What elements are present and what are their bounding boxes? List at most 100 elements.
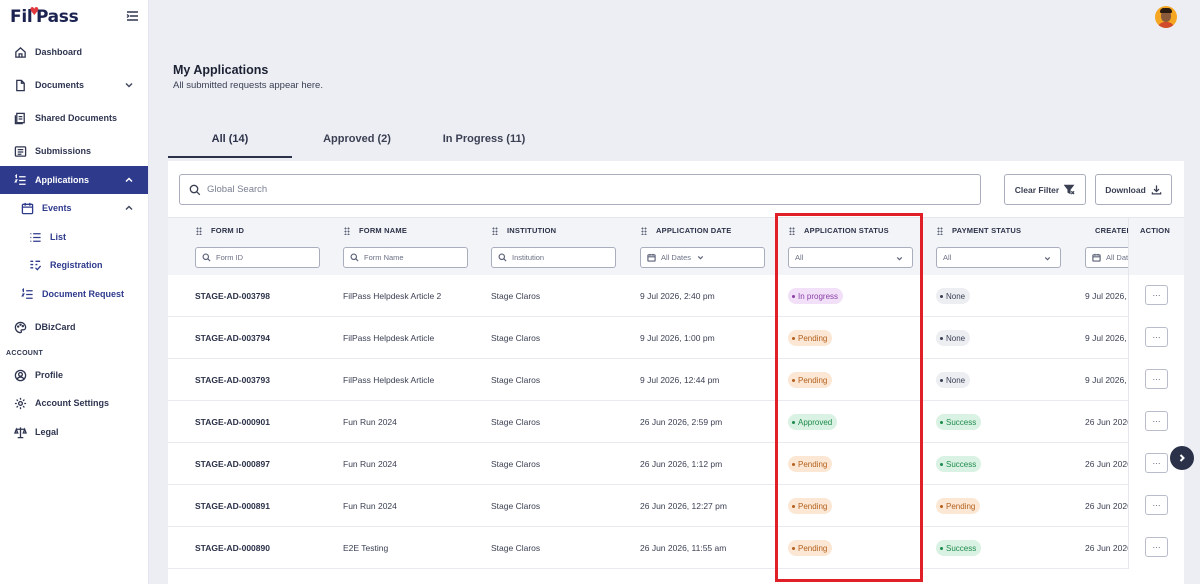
logo-text-part: Pass [35, 7, 79, 27]
chevron-down-icon[interactable] [124, 80, 134, 90]
chevron-right-icon [1179, 454, 1185, 462]
tab-approved[interactable]: Approved (2) [296, 132, 418, 158]
sidebar-item-list[interactable]: List [0, 223, 148, 251]
institution-cell: Stage Claros [491, 333, 541, 343]
form-id-filter[interactable]: Form ID [195, 247, 320, 268]
column-header-institution[interactable]: INSTITUTION [492, 226, 556, 235]
sidebar-item-documents[interactable]: Documents [0, 71, 148, 99]
page-subtitle: All submitted requests appear here. [173, 80, 323, 91]
download-button[interactable]: Download [1095, 174, 1172, 205]
home-icon [13, 45, 27, 59]
action-cell: ··· [1128, 317, 1184, 359]
institution-cell: Stage Claros [491, 501, 541, 511]
drag-handle-icon[interactable] [492, 226, 498, 235]
menu-collapse-icon[interactable] [126, 11, 139, 21]
more-actions-button[interactable]: ··· [1145, 369, 1168, 389]
sidebar-item-dashboard[interactable]: Dashboard [0, 38, 148, 66]
payment-status-badge: None [936, 372, 971, 388]
more-actions-button[interactable]: ··· [1145, 285, 1168, 305]
filpass-logo[interactable]: Fil♥Pass [10, 5, 79, 27]
form-name-cell: Fun Run 2024 [343, 459, 397, 469]
chevron-down-icon [896, 257, 903, 261]
sidebar-item-registration[interactable]: Registration [0, 251, 148, 279]
chevron-down-icon [1044, 257, 1051, 261]
drag-handle-icon[interactable] [196, 226, 202, 235]
download-label: Download [1105, 184, 1146, 195]
sidebar-item-label: Events [42, 203, 72, 213]
more-actions-button[interactable]: ··· [1145, 537, 1168, 557]
search-input[interactable] [207, 184, 967, 195]
sidebar-item-legal[interactable]: Legal [0, 418, 148, 446]
sidebar-item-label: Legal [35, 427, 59, 437]
table-row[interactable]: STAGE-AD-000901 Fun Run 2024 Stage Claros 2… [168, 401, 1184, 443]
sidebar-item-applications[interactable]: Applications [0, 166, 148, 194]
more-actions-button[interactable]: ··· [1145, 327, 1168, 347]
application-date-cell: 26 Jun 2026, 1:12 pm [640, 459, 723, 469]
shared-documents-icon [13, 111, 27, 125]
application-date-filter[interactable]: All Dates [640, 247, 765, 268]
tab-in-progress[interactable]: In Progress (11) [420, 132, 548, 158]
institution-cell: Stage Claros [491, 459, 541, 469]
institution-filter[interactable]: Institution [491, 247, 616, 268]
application-status-badge: Pending [788, 498, 833, 514]
numbered-list-icon [20, 287, 34, 301]
filter-clear-icon [1064, 184, 1075, 195]
table-row[interactable]: STAGE-AD-003798 FilPass Helpdesk Article … [168, 275, 1184, 317]
sidebar-item-shared-documents[interactable]: Shared Documents [0, 104, 148, 132]
payment-status-badge: Success [936, 540, 982, 556]
form-id-cell: STAGE-AD-000890 [195, 543, 270, 553]
application-status-badge: Pending [788, 540, 833, 556]
global-search[interactable] [179, 174, 981, 205]
table-row[interactable]: STAGE-AD-003794 FilPass Helpdesk Article S… [168, 317, 1184, 359]
payment-status-badge: Pending [936, 498, 981, 514]
application-status-filter[interactable]: All [788, 247, 913, 268]
scroll-right-button[interactable] [1170, 446, 1194, 470]
sidebar-item-submissions[interactable]: Submissions [0, 137, 148, 165]
gear-icon [13, 396, 27, 410]
institution-cell: Stage Claros [491, 291, 541, 301]
sidebar-item-label: Account Settings [35, 398, 110, 408]
drag-handle-icon[interactable] [641, 226, 647, 235]
column-header-payment-status[interactable]: PAYMENT STATUS [937, 226, 1021, 235]
form-name-filter[interactable]: Form Name [343, 247, 468, 268]
payment-status-filter[interactable]: All [936, 247, 1061, 268]
clear-filter-button[interactable]: Clear Filter [1004, 174, 1086, 205]
column-header-application-status[interactable]: APPLICATION STATUS [789, 226, 889, 235]
clear-filter-label: Clear Filter [1014, 184, 1060, 195]
drag-handle-icon[interactable] [937, 226, 943, 235]
more-actions-button[interactable]: ··· [1145, 495, 1168, 515]
sidebar-item-account-settings[interactable]: Account Settings [0, 389, 148, 417]
table-row[interactable]: STAGE-AD-003793 FilPass Helpdesk Article S… [168, 359, 1184, 401]
more-actions-button[interactable]: ··· [1145, 411, 1168, 431]
application-date-cell: 26 Jun 2026, 11:55 am [640, 543, 727, 553]
drag-handle-icon[interactable] [789, 226, 795, 235]
column-header-created[interactable]: CREATED [1086, 226, 1128, 235]
column-header-form-id[interactable]: FORM ID [196, 226, 244, 235]
more-actions-button[interactable]: ··· [1145, 453, 1168, 473]
chevron-up-icon[interactable] [124, 203, 134, 213]
table-row[interactable]: STAGE-AD-000890 E2E Testing Stage Claros 26… [168, 527, 1184, 569]
action-cell: ··· [1128, 485, 1184, 527]
column-header-application-date[interactable]: APPLICATION DATE [641, 226, 731, 235]
form-id-cell: STAGE-AD-000897 [195, 459, 270, 469]
calendar-icon [20, 201, 34, 215]
table-row[interactable]: STAGE-AD-000891 Fun Run 2024 Stage Claros 2… [168, 485, 1184, 527]
application-status-badge: In progress [788, 288, 844, 304]
calendar-icon [647, 253, 656, 262]
sidebar-item-document-request[interactable]: Document Request [0, 280, 148, 308]
avatar[interactable] [1155, 6, 1177, 28]
sidebar-item-events[interactable]: Events [0, 194, 148, 222]
table-header: FORM ID FORM NAME INSTITUTION APPLICATIO… [168, 217, 1184, 276]
tab-all[interactable]: All (14) [168, 132, 292, 158]
action-cell: ··· [1128, 527, 1184, 569]
chevron-up-icon[interactable] [124, 175, 134, 185]
created-cell: 26 Jun 2026, 2:59 pm [1085, 417, 1128, 427]
sidebar-item-profile[interactable]: Profile [0, 361, 148, 389]
palette-icon [13, 320, 27, 334]
table-row[interactable]: STAGE-AD-000897 Fun Run 2024 Stage Claros 2… [168, 443, 1184, 485]
column-header-form-name[interactable]: FORM NAME [344, 226, 407, 235]
search-icon [350, 253, 359, 262]
sidebar-item-dbizcard[interactable]: DBizCard [0, 313, 148, 341]
sidebar-item-label: Registration [50, 260, 103, 270]
drag-handle-icon[interactable] [344, 226, 350, 235]
